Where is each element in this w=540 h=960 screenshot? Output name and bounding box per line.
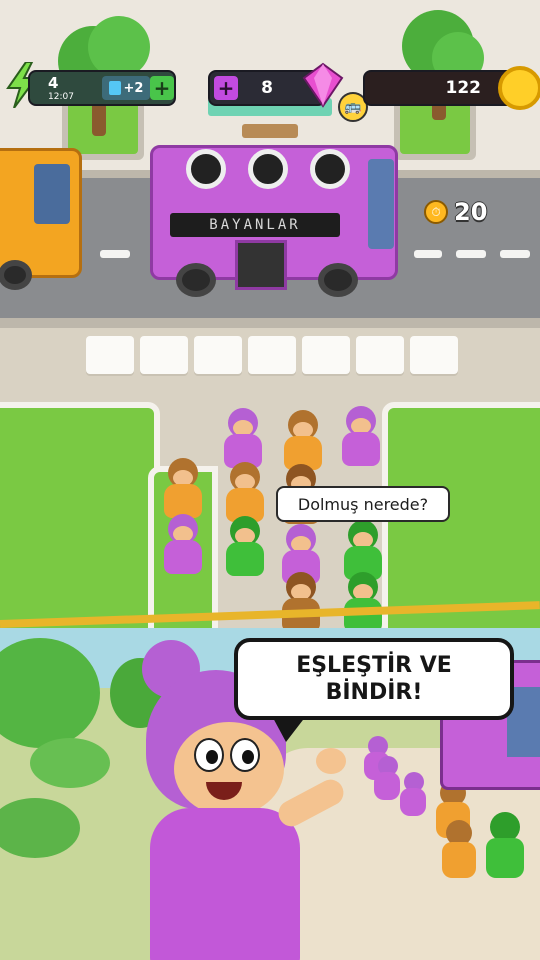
waiting-slot xyxy=(302,336,350,374)
timer-value: 20 xyxy=(454,198,488,226)
lawn-left xyxy=(0,402,160,640)
ticket-bonus-value: +2 xyxy=(123,80,144,96)
gold-coin-icon xyxy=(498,66,540,110)
waiting-slot xyxy=(356,336,404,374)
ticket-icon xyxy=(108,81,121,95)
bus-seat xyxy=(310,149,350,189)
promo-speech-bubble: EŞLEŞTİR VE BİNDİR! xyxy=(234,638,514,742)
waiting-slot xyxy=(194,336,242,374)
coins-panel[interactable]: 122 xyxy=(363,70,517,106)
waiting-slot xyxy=(86,336,134,374)
passenger-pink[interactable] xyxy=(338,406,382,472)
waiting-slot xyxy=(248,336,296,374)
pink-gem-icon xyxy=(302,62,344,108)
level-timer: ⏱ 20 xyxy=(424,198,487,226)
bus-destination-sign: BAYANLAR xyxy=(170,213,340,237)
bus-door xyxy=(235,240,287,290)
queue-passenger-green xyxy=(484,812,528,882)
bus-seat xyxy=(248,149,288,189)
add-gems-button[interactable]: + xyxy=(214,76,238,100)
energy-count: 4 xyxy=(48,74,59,92)
passenger-speech-bubble: Dolmuş nerede? xyxy=(276,486,450,522)
bus-seat xyxy=(186,149,226,189)
queue-passenger-orange xyxy=(440,820,480,880)
waiting-slot xyxy=(140,336,188,374)
energy-panel[interactable]: 4 12:07 +2 + xyxy=(28,70,176,106)
waiting-slots xyxy=(86,336,458,374)
passenger-pink[interactable] xyxy=(160,514,204,580)
add-energy-button[interactable]: + xyxy=(150,76,174,100)
gems-count: 8 xyxy=(261,78,273,98)
yellow-minibus[interactable] xyxy=(0,148,82,290)
waiting-slot xyxy=(410,336,458,374)
energy-refill-timer: 12:07 xyxy=(48,92,74,102)
promo-headline: EŞLEŞTİR VE BİNDİR! xyxy=(296,652,452,706)
pink-bus[interactable]: BAYANLAR xyxy=(150,145,398,297)
passenger-green[interactable] xyxy=(222,516,266,582)
queue-passenger-pink xyxy=(398,772,428,820)
stopwatch-icon: ⏱ xyxy=(424,200,448,224)
ticket-bonus: +2 xyxy=(102,76,150,100)
coins-count: 122 xyxy=(445,78,482,98)
